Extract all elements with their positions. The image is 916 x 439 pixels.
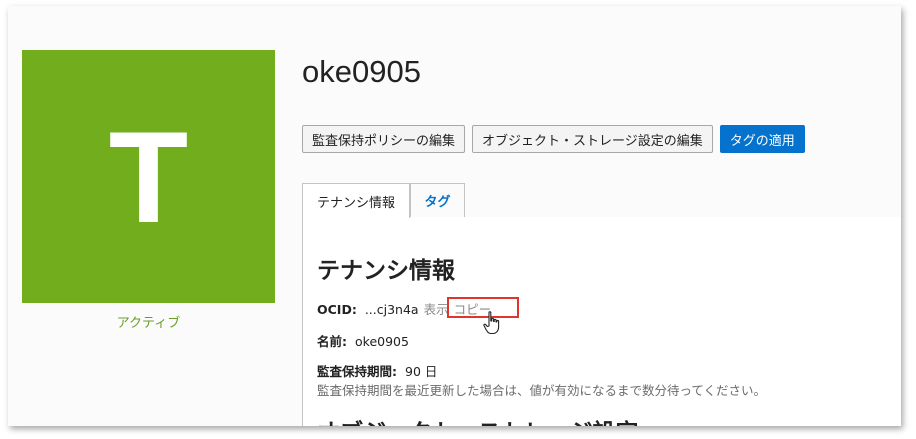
edit-audit-retention-button[interactable]: 監査保持ポリシーの編集 <box>302 125 466 153</box>
retention-row: 監査保持期間: 90 日 <box>317 361 437 380</box>
hand-pointer-icon <box>483 311 500 335</box>
retention-value: 90 日 <box>405 364 438 379</box>
tenancy-info-panel: テナンシ情報 OCID: ...cj3n4a 表示 コピー 名前: oke0905 監査… <box>302 217 901 426</box>
ocid-label: OCID: <box>317 302 357 317</box>
apply-tags-button[interactable]: タグの適用 <box>719 125 805 153</box>
edit-object-storage-settings-button[interactable]: オブジェクト・ストレージ設定の編集 <box>472 125 713 153</box>
page-title: oke0905 <box>302 54 421 89</box>
tab-tenancy-info[interactable]: テナンシ情報 <box>302 183 410 218</box>
ocid-value: ...cj3n4a <box>364 302 419 317</box>
avatar-letter: T <box>108 103 189 250</box>
console-screenshot-frame: T アクティブ oke0905 監査保持ポリシーの編集 オブジェクト・ストレージ… <box>8 6 901 426</box>
section-title: テナンシ情報 <box>317 258 455 284</box>
object-storage-section-title: オブジェクト・ストレージ設定 <box>317 413 639 426</box>
status-label: アクティブ <box>116 316 181 331</box>
retention-hint: 監査保持期間を最近更新した場合は、値が有効になるまで数分待ってください。 <box>317 383 767 398</box>
retention-label: 監査保持期間: <box>317 364 397 379</box>
action-buttons: 監査保持ポリシーの編集 オブジェクト・ストレージ設定の編集 タグの適用 <box>302 125 805 153</box>
name-row: 名前: oke0905 <box>317 331 409 350</box>
tab-tags[interactable]: タグ <box>410 183 465 217</box>
name-value: oke0905 <box>355 334 409 349</box>
tenancy-avatar: T <box>22 50 275 303</box>
name-label: 名前: <box>317 334 347 349</box>
show-ocid-link[interactable]: 表示 <box>424 302 449 317</box>
